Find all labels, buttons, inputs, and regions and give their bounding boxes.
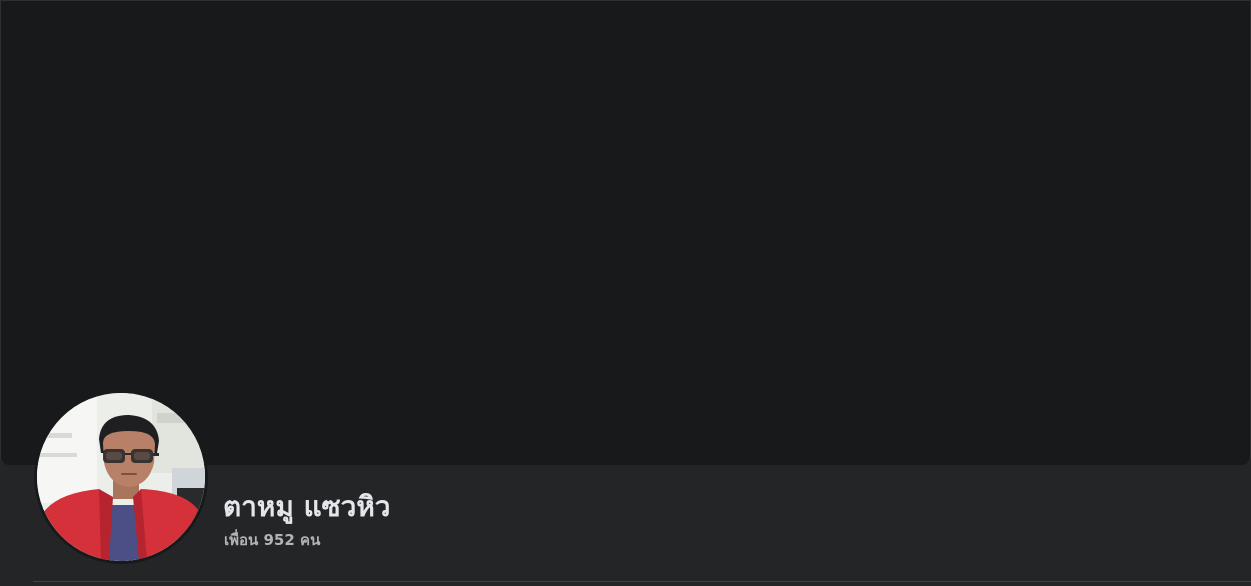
profile-avatar[interactable] [37, 393, 205, 561]
profile-page: ตาหมู แซวหิว เพื่อน 952 คน [0, 0, 1251, 586]
profile-name[interactable]: ตาหมู แซวหิว [223, 488, 391, 526]
divider [33, 581, 1251, 582]
friends-count[interactable]: เพื่อน 952 คน [224, 530, 320, 550]
cover-photo[interactable] [0, 0, 1251, 465]
avatar-photo [37, 393, 205, 561]
